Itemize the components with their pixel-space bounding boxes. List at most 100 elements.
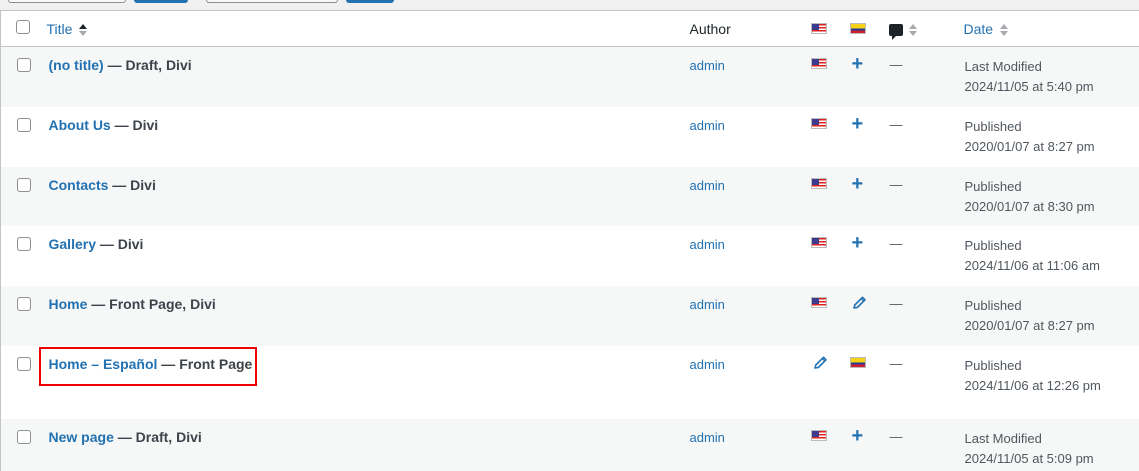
page-title-link[interactable]: About Us — [49, 117, 111, 133]
page-title-link[interactable]: (no title) — [49, 57, 104, 73]
author-column-header: Author — [690, 11, 804, 47]
row-checkbox[interactable] — [17, 297, 31, 311]
english-column-header — [804, 11, 845, 47]
row-checkbox[interactable] — [17, 58, 31, 72]
language-cell — [804, 107, 845, 167]
apply-button[interactable] — [134, 0, 188, 3]
author-link[interactable]: admin — [690, 297, 725, 312]
post-state: — Divi — [108, 177, 155, 193]
post-state: — Divi — [96, 236, 143, 252]
post-status: Published — [965, 298, 1022, 313]
language-cell: + — [845, 47, 886, 107]
date-cell: Published2024/11/06 at 12:26 pm — [961, 346, 1139, 419]
date-cell: Published2020/01/07 at 8:27 pm — [961, 107, 1139, 167]
comments-cell: — — [886, 226, 961, 286]
author-cell: admin — [690, 286, 804, 346]
post-status: Last Modified — [965, 431, 1042, 446]
row-checkbox-cell — [1, 419, 34, 471]
author-cell: admin — [690, 346, 804, 419]
add-translation-icon[interactable]: + — [852, 177, 864, 191]
author-link[interactable]: admin — [690, 58, 725, 73]
date-cell: Last Modified2024/11/05 at 5:09 pm — [961, 419, 1139, 471]
filter-button[interactable] — [346, 0, 394, 3]
table-row: Contacts — Diviadmin+—Published2020/01/0… — [1, 167, 1139, 226]
top-toolbar-fragment — [0, 0, 1139, 10]
comments-column-header[interactable] — [886, 11, 961, 47]
title-cell: Home — Front Page, Divi — [34, 286, 690, 346]
post-state: — Draft, Divi — [104, 57, 192, 73]
us-flag-icon — [811, 430, 827, 441]
add-translation-icon[interactable]: + — [852, 429, 864, 443]
add-translation-icon[interactable]: + — [852, 117, 864, 131]
edit-pencil-icon[interactable] — [851, 295, 869, 311]
author-cell: admin — [690, 167, 804, 226]
date-filter-select[interactable] — [206, 0, 338, 3]
select-all-cell — [1, 11, 34, 47]
us-flag-icon — [811, 237, 827, 248]
author-link[interactable]: admin — [690, 178, 725, 193]
date-column-header[interactable]: Date — [961, 11, 1139, 47]
author-link[interactable]: admin — [690, 357, 725, 372]
page-title-link[interactable]: Gallery — [49, 236, 96, 252]
comments-count: — — [890, 429, 903, 444]
select-all-checkbox[interactable] — [16, 20, 30, 34]
language-cell — [804, 47, 845, 107]
title-sort-link[interactable]: Title — [47, 21, 73, 37]
comment-bubble-icon — [889, 24, 903, 36]
us-flag-icon — [811, 58, 827, 69]
page-title-link[interactable]: Home – Español — [49, 356, 158, 372]
post-status: Published — [965, 119, 1022, 134]
edit-pencil-icon[interactable] — [812, 355, 830, 371]
title-cell: (no title) — Draft, Divi — [34, 47, 690, 107]
add-translation-icon[interactable]: + — [852, 57, 864, 71]
row-checkbox-cell — [1, 167, 34, 226]
row-checkbox[interactable] — [17, 357, 31, 371]
us-flag-icon — [811, 178, 827, 189]
row-checkbox[interactable] — [17, 118, 31, 132]
author-cell: admin — [690, 107, 804, 167]
add-translation-icon[interactable]: + — [852, 236, 864, 250]
bulk-actions-select[interactable] — [8, 0, 126, 3]
sort-arrows-icon — [1000, 24, 1008, 36]
date-sort-link[interactable]: Date — [964, 21, 994, 37]
title-cell: Home – Español — Front Page — [34, 346, 690, 419]
title-cell: Contacts — Divi — [34, 167, 690, 226]
page-title-link[interactable]: New page — [49, 429, 114, 445]
table-row: New page — Draft, Divi admin + — Last Modifi… — [1, 419, 1139, 471]
author-link[interactable]: admin — [690, 118, 725, 133]
comments-cell: — — [886, 47, 961, 107]
title-cell: About Us — Divi — [34, 107, 690, 167]
author-link[interactable]: admin — [690, 237, 725, 252]
comments-cell: — — [886, 346, 961, 419]
row-checkbox[interactable] — [17, 430, 31, 444]
post-status: Published — [965, 358, 1022, 373]
comments-count: — — [890, 236, 903, 251]
post-date: 2020/01/07 at 8:30 pm — [965, 199, 1095, 214]
language-cell — [804, 226, 845, 286]
pages-list-table: Title Author Date (no title) — Draft, Di… — [0, 10, 1139, 471]
post-state: — Divi — [111, 117, 158, 133]
table-row: (no title) — Draft, Diviadmin+—Last Modi… — [1, 47, 1139, 107]
language-cell: + — [845, 419, 886, 471]
post-state: — Draft, Divi — [114, 429, 202, 445]
row-checkbox-cell — [1, 286, 34, 346]
page-title-link[interactable]: Contacts — [49, 177, 109, 193]
author-link[interactable]: admin — [690, 430, 725, 445]
row-checkbox[interactable] — [17, 178, 31, 192]
sort-arrows-icon — [79, 24, 87, 36]
title-column-header[interactable]: Title — [34, 11, 690, 47]
page-title-link[interactable]: Home — [49, 296, 88, 312]
comments-cell: — — [886, 107, 961, 167]
row-checkbox-cell — [1, 346, 34, 419]
comments-count: — — [890, 296, 903, 311]
post-date: 2020/01/07 at 8:27 pm — [965, 318, 1095, 333]
row-checkbox[interactable] — [17, 237, 31, 251]
date-cell: Published2020/01/07 at 8:30 pm — [961, 167, 1139, 226]
author-cell: admin — [690, 419, 804, 471]
post-status: Published — [965, 238, 1022, 253]
table-row: Home — Front Page, Diviadmin — Published 20… — [1, 286, 1139, 346]
language-cell — [804, 419, 845, 471]
us-flag-icon — [811, 297, 827, 308]
title-cell: Gallery — Divi — [34, 226, 690, 286]
comments-cell: — — [886, 286, 961, 346]
